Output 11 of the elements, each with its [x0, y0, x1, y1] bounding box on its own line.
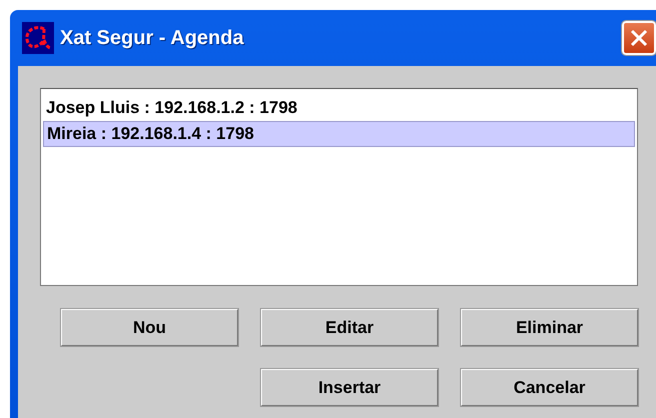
dialog-button[interactable]: Insertar — [261, 369, 438, 406]
contact-item[interactable]: Mireia : 192.168.1.4 : 1798 — [43, 121, 635, 147]
dialog-button[interactable]: Editar — [261, 309, 438, 346]
app-logo-icon — [22, 22, 54, 54]
dialog-button[interactable]: Eliminar — [461, 309, 638, 346]
contact-item[interactable]: Josep Lluis : 192.168.1.2 : 1798 — [43, 95, 635, 121]
window-title: Xat Segur - Agenda — [60, 26, 244, 50]
close-button[interactable] — [622, 21, 656, 55]
dialog-button[interactable]: Cancelar — [461, 369, 638, 406]
dialog-button[interactable]: Nou — [61, 309, 238, 346]
close-icon — [629, 28, 649, 48]
